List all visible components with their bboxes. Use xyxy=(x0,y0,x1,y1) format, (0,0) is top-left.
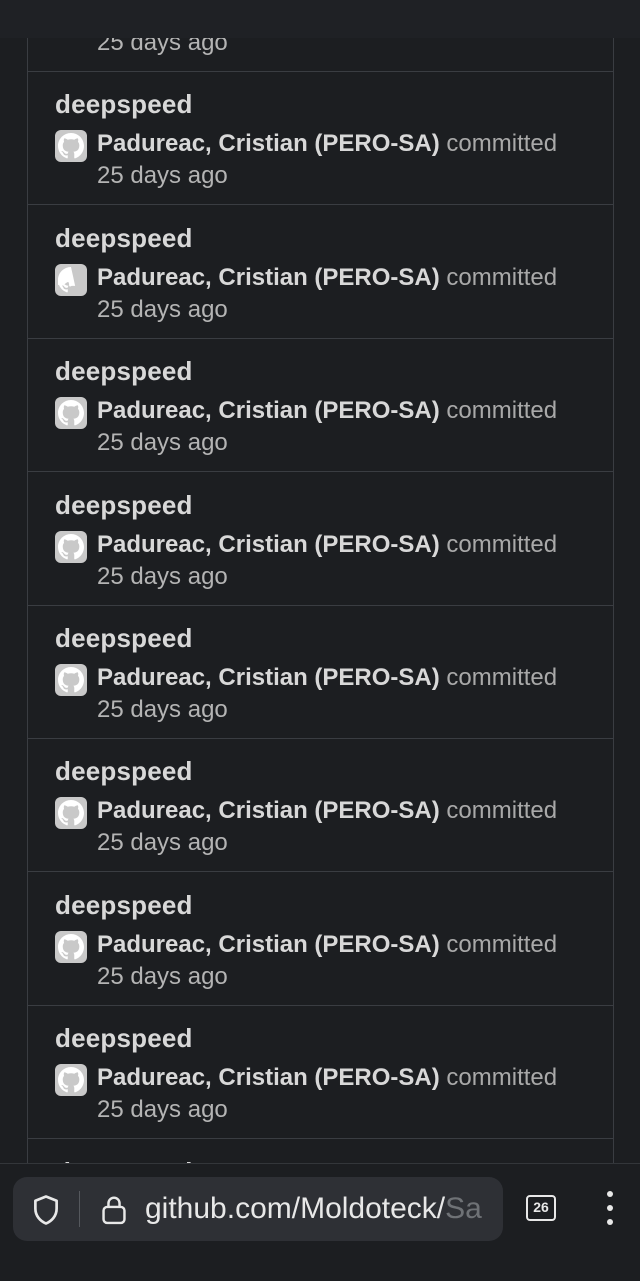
browser-toolbar: github.com/Moldoteck/Sa 26 xyxy=(0,1163,640,1281)
author-link[interactable]: Padureac, Cristian (PERO-SA) xyxy=(97,664,440,691)
commit-time: 25 days ago xyxy=(97,296,228,323)
commit-row[interactable]: deepspeed Padureac, Cristian (PERO-SA) c… xyxy=(28,873,613,1006)
lock-icon[interactable] xyxy=(99,1194,129,1231)
author-link[interactable]: Padureac, Cristian (PERO-SA) xyxy=(97,797,440,824)
commit-verb: committed xyxy=(446,130,558,157)
address-bar[interactable]: github.com/Moldoteck/Sa xyxy=(13,1177,503,1241)
commit-time: 25 days ago xyxy=(97,1096,228,1123)
commit-time: 25 days ago xyxy=(97,696,228,723)
github-avatar-icon[interactable] xyxy=(55,130,87,162)
commit-row[interactable]: deepspeed Padureac, Cristian (PERO-SA) c… xyxy=(28,1006,613,1139)
commit-verb: committed xyxy=(446,664,558,691)
commit-title[interactable]: deepspeed xyxy=(55,89,193,120)
commit-row[interactable]: deepspeed Padureac, Cristian (PERO-SA) c… xyxy=(28,473,613,606)
commit-title[interactable]: deepspeed xyxy=(55,623,193,654)
commit-author: Padureac, Cristian (PERO-SA) committed xyxy=(97,1064,557,1092)
author-link[interactable]: Padureac, Cristian (PERO-SA) xyxy=(97,531,440,558)
github-avatar-icon[interactable] xyxy=(55,531,87,563)
url-main: github.com/Moldoteck/ xyxy=(145,1192,446,1225)
commit-time: 25 days ago xyxy=(97,829,228,856)
commit-title[interactable]: deepspeed xyxy=(55,223,193,254)
commit-title[interactable]: deepspeed xyxy=(55,1023,193,1054)
github-avatar-icon[interactable] xyxy=(55,664,87,696)
commit-title[interactable]: deepspeed xyxy=(55,756,193,787)
github-avatar-icon[interactable] xyxy=(55,1064,87,1096)
commit-author: Padureac, Cristian (PERO-SA) committed xyxy=(97,531,557,559)
tabs-count-button[interactable]: 26 xyxy=(526,1195,556,1221)
status-bar xyxy=(0,0,640,38)
commit-row[interactable]: deepspeed Padureac, Cristian (PERO-SA) c… xyxy=(28,72,613,205)
more-vert-icon[interactable] xyxy=(598,1191,622,1227)
commit-verb: committed xyxy=(446,264,558,291)
commit-time: 25 days ago xyxy=(97,963,228,990)
author-link[interactable]: Padureac, Cristian (PERO-SA) xyxy=(97,931,440,958)
commit-title[interactable]: deepspeed xyxy=(55,890,193,921)
author-link[interactable]: Padureac, Cristian (PERO-SA) xyxy=(97,1064,440,1091)
commit-row[interactable]: deepspeed Padureac, Cristian (PERO-SA) c… xyxy=(28,606,613,739)
commit-time: 25 days ago xyxy=(97,38,228,56)
commit-title[interactable]: deepspeed xyxy=(55,490,193,521)
commit-verb: committed xyxy=(446,797,558,824)
commit-verb: committed xyxy=(446,1064,558,1091)
commit-verb: committed xyxy=(446,531,558,558)
commit-time: 25 days ago xyxy=(97,563,228,590)
commit-time: 25 days ago xyxy=(97,429,228,456)
commit-title[interactable]: deepspeed xyxy=(55,356,193,387)
author-link[interactable]: Padureac, Cristian (PERO-SA) xyxy=(97,264,440,291)
commit-author: Padureac, Cristian (PERO-SA) committed xyxy=(97,264,557,292)
commit-row[interactable]: deepspeed Padureac, Cristian (PERO-SA) c… xyxy=(28,339,613,472)
address-divider xyxy=(79,1191,80,1227)
url-text[interactable]: github.com/Moldoteck/Sa xyxy=(145,1192,482,1226)
commit-author: Padureac, Cristian (PERO-SA) committed xyxy=(97,397,557,425)
commit-verb: committed xyxy=(446,397,558,424)
commit-row[interactable]: 25 days ago xyxy=(28,38,613,72)
commit-author: Padureac, Cristian (PERO-SA) committed xyxy=(97,130,557,158)
github-avatar-icon[interactable] xyxy=(55,797,87,829)
commit-author: Padureac, Cristian (PERO-SA) committed xyxy=(97,664,557,692)
author-link[interactable]: Padureac, Cristian (PERO-SA) xyxy=(97,397,440,424)
commit-author: Padureac, Cristian (PERO-SA) committed xyxy=(97,797,557,825)
commit-row[interactable]: deepspeed Padureac, Cristian (PERO-SA) c… xyxy=(28,739,613,872)
url-faded: Sa xyxy=(445,1192,482,1225)
commit-row[interactable]: deepspeed Padureac, Cristian (PERO-SA) c… xyxy=(28,206,613,339)
commit-list: 25 days ago deepspeed Padureac, Cristian… xyxy=(27,38,614,1164)
commit-row[interactable]: deepspeed xyxy=(28,1140,613,1164)
shield-icon[interactable] xyxy=(29,1193,63,1232)
github-avatar-icon[interactable] xyxy=(55,264,87,296)
author-link[interactable]: Padureac, Cristian (PERO-SA) xyxy=(97,130,440,157)
commit-verb: committed xyxy=(446,931,558,958)
github-avatar-icon[interactable] xyxy=(55,397,87,429)
commit-author: Padureac, Cristian (PERO-SA) committed xyxy=(97,931,557,959)
commit-time: 25 days ago xyxy=(97,162,228,189)
github-avatar-icon[interactable] xyxy=(55,931,87,963)
